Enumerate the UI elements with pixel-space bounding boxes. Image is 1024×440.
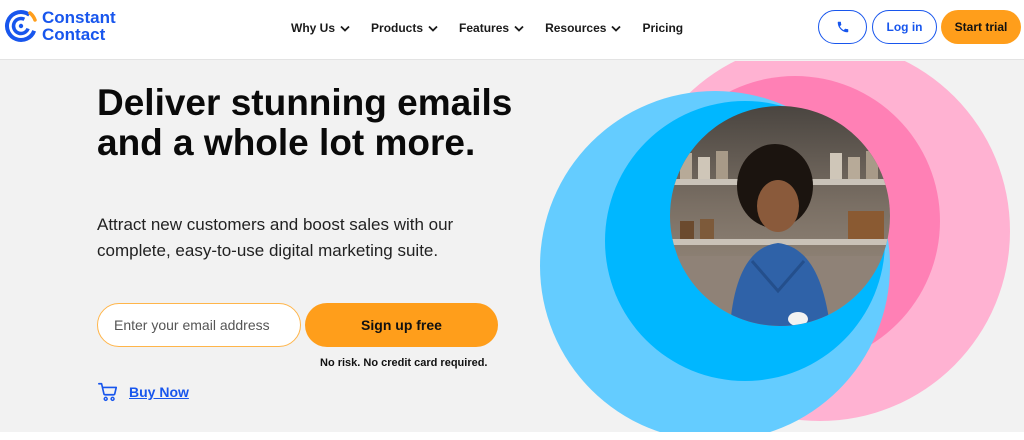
phone-button[interactable] [818, 10, 867, 44]
nav-item-label: Pricing [642, 21, 684, 35]
start-trial-button[interactable]: Start trial [941, 10, 1021, 44]
phone-icon [837, 21, 848, 33]
hero-title: Deliver stunning emails and a whole lot … [97, 82, 513, 163]
nav-item-label: Why Us [291, 21, 336, 35]
nav-resources[interactable]: Resources [545, 21, 622, 35]
chevron-down-icon [514, 25, 524, 32]
login-button[interactable]: Log in [872, 10, 937, 44]
chevron-down-icon [428, 25, 438, 32]
nav-features[interactable]: Features [459, 21, 524, 35]
nav-item-label: Products [371, 21, 424, 35]
decorative-circles [540, 61, 1010, 440]
hero-illustration [530, 61, 1024, 440]
sign-up-free-button[interactable]: Sign up free [305, 303, 498, 347]
email-input[interactable] [97, 303, 301, 347]
brand-line1: Constant [42, 8, 116, 27]
nav-item-label: Features [459, 21, 510, 35]
cart-icon [98, 382, 118, 402]
brand-logo[interactable]: Constant Contact [4, 9, 116, 43]
nav-products[interactable]: Products [371, 21, 438, 35]
nav-pricing[interactable]: Pricing [642, 21, 683, 35]
site-header: Constant Contact Why Us Products Feature… [0, 0, 1024, 60]
brand-line2: Contact [42, 25, 106, 44]
buy-now-label: Buy Now [129, 384, 189, 400]
buy-now-link[interactable]: Buy Now [97, 381, 189, 403]
woman-photo [670, 106, 890, 326]
main-nav: Why Us Products Features Resources Prici… [291, 0, 704, 56]
nav-why-us[interactable]: Why Us [291, 21, 350, 35]
constant-contact-logo-icon [5, 10, 37, 42]
no-risk-disclaimer: No risk. No credit card required. [320, 357, 488, 369]
nav-item-label: Resources [545, 21, 607, 35]
hero-subtitle: Attract new customers and boost sales wi… [97, 215, 454, 260]
chevron-down-icon [611, 25, 622, 32]
chevron-down-icon [340, 25, 350, 32]
brand-wordmark: Constant Contact [42, 9, 116, 43]
bottom-divider [0, 432, 1024, 440]
